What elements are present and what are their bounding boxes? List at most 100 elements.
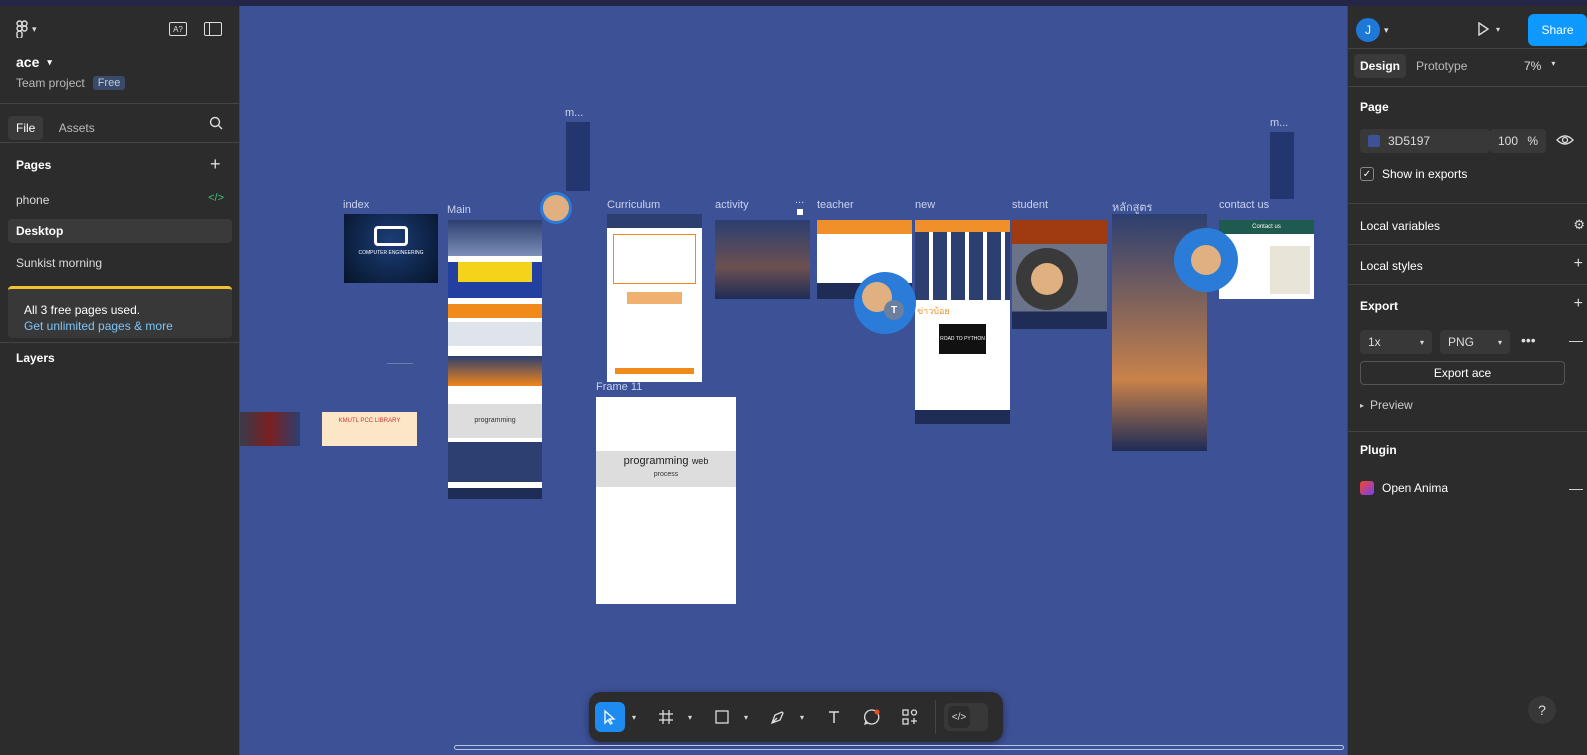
eye-icon[interactable] <box>1556 134 1574 149</box>
sidebar-toggle-icon[interactable] <box>204 22 222 36</box>
add-page-icon[interactable]: + <box>210 154 221 175</box>
help-icon[interactable]: ? <box>1528 696 1556 724</box>
page-section-title: Page <box>1360 100 1389 114</box>
actions-icon <box>902 709 918 725</box>
collaborator-avatar[interactable] <box>540 192 572 224</box>
frame-label-menu[interactable]: m... <box>565 107 583 119</box>
canvas[interactable]: index Main m... Curriculum activity ... … <box>240 6 1347 755</box>
preview-toggle[interactable]: ▸ Preview <box>1360 398 1413 412</box>
page-item-desktop[interactable]: Desktop <box>8 219 232 243</box>
frame-label-curriculum[interactable]: Curriculum <box>607 199 660 211</box>
opacity-value: 100 <box>1498 134 1519 148</box>
left-panel: ▾ A? ace ▾ Team project Free File Assets… <box>0 6 240 755</box>
upgrade-banner: All 3 free pages used. Get unlimited pag… <box>8 286 232 338</box>
frame-tool[interactable] <box>651 702 681 732</box>
frame-label-frame-11[interactable]: Frame 11 <box>596 381 642 393</box>
frame-label-teacher[interactable]: teacher <box>817 199 854 211</box>
export-format: PNG <box>1448 335 1475 349</box>
frame-11[interactable]: programming web process <box>596 397 736 604</box>
frame-label-student[interactable]: student <box>1012 199 1048 211</box>
frame-main[interactable]: programming <box>448 220 542 499</box>
frame-library[interactable]: KMUTL PCC LIBRARY <box>322 412 417 446</box>
frame-index[interactable]: COMPUTER ENGINEERING <box>344 214 438 283</box>
local-variables-title[interactable]: Local variables <box>1360 219 1440 233</box>
add-style-icon[interactable]: + <box>1574 255 1583 273</box>
present-button[interactable]: ▾ <box>1476 22 1500 36</box>
tab-prototype[interactable]: Prototype <box>1416 59 1467 73</box>
color-swatch <box>1368 135 1380 147</box>
shape-tool[interactable] <box>707 702 737 732</box>
comment-icon <box>863 709 880 726</box>
export-button[interactable]: Export ace <box>1360 361 1565 385</box>
main-menu-button[interactable]: ▾ <box>16 20 37 38</box>
frame-curriculum[interactable] <box>607 214 702 382</box>
frame-label-ellipsis[interactable]: ... <box>795 194 804 206</box>
remove-export-icon[interactable]: — <box>1569 332 1583 348</box>
frame-activity[interactable] <box>715 220 810 299</box>
tab-assets[interactable]: Assets <box>51 116 103 140</box>
file-name-label: ace <box>16 54 40 70</box>
page-color-field[interactable]: 3D5197 <box>1360 129 1490 153</box>
hash-frame-icon <box>659 710 673 724</box>
chevron-down-icon[interactable]: ▾ <box>739 713 753 722</box>
chevron-down-icon[interactable]: ▾ <box>627 713 641 722</box>
divider <box>1348 48 1587 49</box>
dev-mode-toggle[interactable]: </> <box>944 703 988 731</box>
zoom-control[interactable]: 7% ▾ <box>1524 59 1555 73</box>
export-format-select[interactable]: PNG ▾ <box>1440 330 1510 354</box>
add-export-icon[interactable]: + <box>1574 295 1583 313</box>
frame-new[interactable]: ข่าวบ้อย ROAD TO PYTHON <box>915 220 1010 424</box>
chevron-down-icon[interactable]: ▾ <box>795 713 809 722</box>
contact-banner: Contact us <box>1219 220 1314 234</box>
text-tool[interactable] <box>819 702 849 732</box>
plugin-name: Open Anima <box>1382 481 1449 495</box>
chevron-down-icon: ▾ <box>1551 59 1556 68</box>
frame-label-activity[interactable]: activity <box>715 199 749 211</box>
page-opacity-field[interactable]: 100 % <box>1490 129 1546 153</box>
collaborator-avatar[interactable] <box>1016 248 1078 310</box>
export-scale-select[interactable]: 1x ▾ <box>1360 330 1432 354</box>
page-item-sunkist-morning[interactable]: Sunkist morning <box>8 251 232 275</box>
project-name[interactable]: Team project <box>16 76 85 90</box>
page-item-phone[interactable]: phone </> <box>8 188 232 212</box>
search-icon[interactable] <box>209 116 223 133</box>
library-text: KMUTL PCC LIBRARY <box>338 418 401 424</box>
ai-text-icon[interactable]: A? <box>169 22 187 36</box>
plugin-item[interactable]: Open Anima <box>1360 481 1448 495</box>
show-in-exports-label: Show in exports <box>1382 167 1468 181</box>
frame-menu[interactable] <box>566 122 590 191</box>
user-menu[interactable]: J ▾ <box>1356 18 1389 42</box>
page-item-label: Sunkist morning <box>16 256 103 270</box>
move-tool[interactable] <box>595 702 625 732</box>
divider <box>1348 431 1587 432</box>
frame-label-index[interactable]: index <box>343 199 369 211</box>
frame-small-square[interactable] <box>797 209 803 215</box>
layers-title: Layers <box>16 351 55 365</box>
frame-menu-2[interactable] <box>1270 132 1294 199</box>
actions-tool[interactable] <box>895 702 925 732</box>
collaborator-avatar[interactable] <box>1174 228 1238 292</box>
show-in-exports-checkbox[interactable]: ✓ Show in exports <box>1360 167 1467 181</box>
page-item-label: Desktop <box>16 224 64 238</box>
horizontal-scrollbar[interactable] <box>454 745 1344 750</box>
file-name[interactable]: ace ▾ <box>16 54 52 70</box>
upgrade-link[interactable]: Get unlimited pages & more <box>24 319 173 333</box>
frame-label-main[interactable]: Main <box>447 204 471 216</box>
share-button[interactable]: Share <box>1528 14 1587 46</box>
tab-file[interactable]: File <box>8 116 44 140</box>
chevron-down-icon: ▾ <box>1384 24 1389 35</box>
frame-label-menu-2[interactable]: m... <box>1270 117 1288 129</box>
chevron-down-icon: ▾ <box>1419 337 1424 347</box>
variables-icon[interactable]: ⚙ <box>1573 217 1585 233</box>
comment-tool[interactable] <box>857 702 887 732</box>
pen-tool[interactable] <box>763 702 793 732</box>
tab-design[interactable]: Design <box>1354 54 1407 78</box>
collaborator-avatar[interactable]: T <box>854 272 916 334</box>
chevron-down-icon: ▾ <box>32 23 37 34</box>
frame-photo-left[interactable] <box>240 412 300 446</box>
more-options-icon[interactable]: ••• <box>1521 332 1536 348</box>
frame-label-contact[interactable]: contact us <box>1219 199 1269 211</box>
remove-plugin-icon[interactable]: — <box>1569 480 1583 496</box>
chevron-down-icon[interactable]: ▾ <box>683 713 697 722</box>
frame-label-new[interactable]: new <box>915 199 935 211</box>
